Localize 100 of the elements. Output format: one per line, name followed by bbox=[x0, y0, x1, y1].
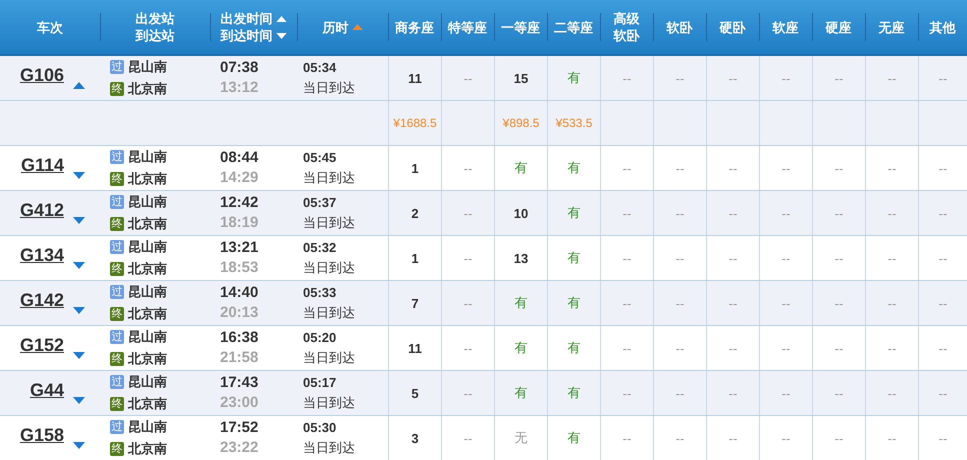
expand-arrow-icon[interactable] bbox=[73, 172, 85, 178]
train-number-link[interactable]: G106 bbox=[20, 64, 64, 86]
seat-availability[interactable]: 13 bbox=[514, 250, 528, 266]
seat-availability: -- bbox=[464, 70, 472, 86]
seat-availability: -- bbox=[782, 386, 790, 400]
arrival-day-text: 当日到达 bbox=[303, 394, 356, 412]
column-header: 软卧 bbox=[614, 27, 640, 44]
train-number-link[interactable]: G134 bbox=[20, 244, 64, 266]
duration-text: 05:20 bbox=[303, 329, 338, 347]
column-header: 无座 bbox=[878, 18, 904, 36]
column-header: 商务座 bbox=[395, 18, 434, 36]
arrival-time: 21:58 bbox=[220, 348, 260, 368]
seat-availability: -- bbox=[464, 340, 472, 356]
expand-arrow-icon[interactable] bbox=[73, 306, 85, 314]
seat-availability: -- bbox=[622, 386, 632, 400]
seat-availability: -- bbox=[676, 296, 684, 310]
station-badge: 终 bbox=[110, 397, 124, 411]
departure-time: 12:42 bbox=[220, 193, 260, 213]
seat-availability: -- bbox=[464, 160, 472, 176]
seat-availability[interactable]: 有 bbox=[514, 159, 528, 177]
train-number-link[interactable]: G412 bbox=[20, 200, 64, 220]
column-header: 历时 bbox=[322, 18, 348, 36]
departure-time: 08:44 bbox=[220, 148, 260, 168]
expand-arrow-icon[interactable] bbox=[73, 262, 85, 268]
seat-availability[interactable]: 1 bbox=[411, 160, 419, 176]
arrival-time: 20:13 bbox=[220, 303, 260, 323]
seat-availability: -- bbox=[728, 386, 738, 400]
expand-arrow-icon[interactable] bbox=[73, 442, 85, 448]
seat-availability: -- bbox=[782, 340, 790, 356]
train-number-link[interactable]: G152 bbox=[20, 334, 64, 356]
train-number-link[interactable]: G44 bbox=[30, 380, 64, 400]
seat-availability[interactable]: 3 bbox=[411, 430, 419, 446]
column-header: 到达站 bbox=[136, 27, 174, 44]
seat-availability[interactable]: 1 bbox=[411, 250, 419, 266]
seat-availability: -- bbox=[888, 70, 896, 86]
station-badge: 过 bbox=[110, 195, 124, 209]
collapse-arrow-icon[interactable] bbox=[73, 82, 85, 88]
seat-availability: -- bbox=[676, 206, 684, 220]
duration-text: 05:17 bbox=[303, 374, 338, 392]
seat-availability[interactable]: 7 bbox=[411, 296, 419, 310]
seat-availability[interactable]: 15 bbox=[514, 70, 528, 86]
sort-up-icon[interactable] bbox=[276, 16, 286, 22]
duration-text: 05:37 bbox=[303, 194, 338, 212]
station-name: 北京南 bbox=[128, 260, 167, 278]
station-badge: 过 bbox=[110, 150, 124, 164]
station-name: 昆山南 bbox=[128, 328, 167, 346]
seat-availability: -- bbox=[728, 296, 738, 310]
ticket-price: ¥533.5 bbox=[556, 116, 592, 130]
arrival-time: 14:29 bbox=[220, 168, 260, 188]
seat-availability: -- bbox=[938, 70, 948, 86]
seat-availability: -- bbox=[782, 430, 790, 446]
seat-availability[interactable]: 有 bbox=[514, 339, 528, 357]
departure-time: 13:21 bbox=[220, 238, 260, 258]
station-name: 北京南 bbox=[128, 305, 167, 323]
seat-availability: -- bbox=[938, 296, 948, 310]
seat-availability: -- bbox=[938, 160, 948, 176]
arrival-day-text: 当日到达 bbox=[303, 439, 356, 457]
seat-availability[interactable]: 有 bbox=[568, 339, 580, 357]
arrival-time: 18:19 bbox=[220, 213, 260, 233]
seat-availability: -- bbox=[464, 250, 472, 266]
seat-availability: -- bbox=[728, 70, 738, 86]
seat-availability: -- bbox=[622, 430, 632, 446]
sort-down-icon[interactable] bbox=[276, 32, 286, 38]
seat-availability[interactable]: 5 bbox=[411, 386, 419, 400]
seat-availability[interactable]: 11 bbox=[408, 340, 422, 356]
arrival-time: 23:22 bbox=[220, 438, 260, 458]
seat-availability[interactable]: 有 bbox=[568, 159, 580, 177]
seat-availability: -- bbox=[622, 340, 632, 356]
seat-availability: -- bbox=[622, 250, 632, 266]
seat-availability[interactable]: 2 bbox=[411, 206, 419, 220]
seat-availability[interactable]: 11 bbox=[408, 70, 422, 86]
seat-availability: -- bbox=[834, 430, 844, 446]
station-name: 昆山南 bbox=[128, 193, 167, 211]
seat-availability: -- bbox=[888, 160, 896, 176]
train-number-link[interactable]: G158 bbox=[20, 424, 64, 446]
ticket-price: ¥898.5 bbox=[502, 116, 540, 130]
train-number-link[interactable]: G142 bbox=[20, 290, 64, 310]
station-name: 北京南 bbox=[128, 170, 167, 188]
seat-availability[interactable]: 有 bbox=[568, 249, 580, 267]
expand-arrow-icon[interactable] bbox=[73, 352, 85, 358]
seat-availability: -- bbox=[888, 386, 896, 400]
seat-availability: -- bbox=[782, 206, 790, 220]
seat-availability: -- bbox=[888, 250, 896, 266]
train-number-link[interactable]: G114 bbox=[20, 154, 64, 176]
seat-availability: -- bbox=[834, 386, 844, 400]
seat-availability[interactable]: 10 bbox=[514, 206, 528, 220]
seat-availability: -- bbox=[782, 296, 790, 310]
column-header: 硬座 bbox=[826, 18, 852, 36]
station-badge: 终 bbox=[110, 82, 124, 96]
seat-availability: -- bbox=[782, 70, 790, 86]
column-header: 软座 bbox=[772, 18, 798, 36]
departure-time: 14:40 bbox=[220, 283, 260, 303]
seat-availability[interactable]: 有 bbox=[568, 429, 580, 447]
station-badge: 终 bbox=[110, 307, 124, 321]
station-badge: 过 bbox=[110, 375, 124, 389]
seat-availability: -- bbox=[464, 386, 472, 400]
expand-arrow-icon[interactable] bbox=[73, 216, 85, 224]
departure-time: 16:38 bbox=[220, 328, 260, 348]
expand-arrow-icon[interactable] bbox=[73, 396, 85, 404]
duration-text: 05:32 bbox=[303, 239, 338, 257]
